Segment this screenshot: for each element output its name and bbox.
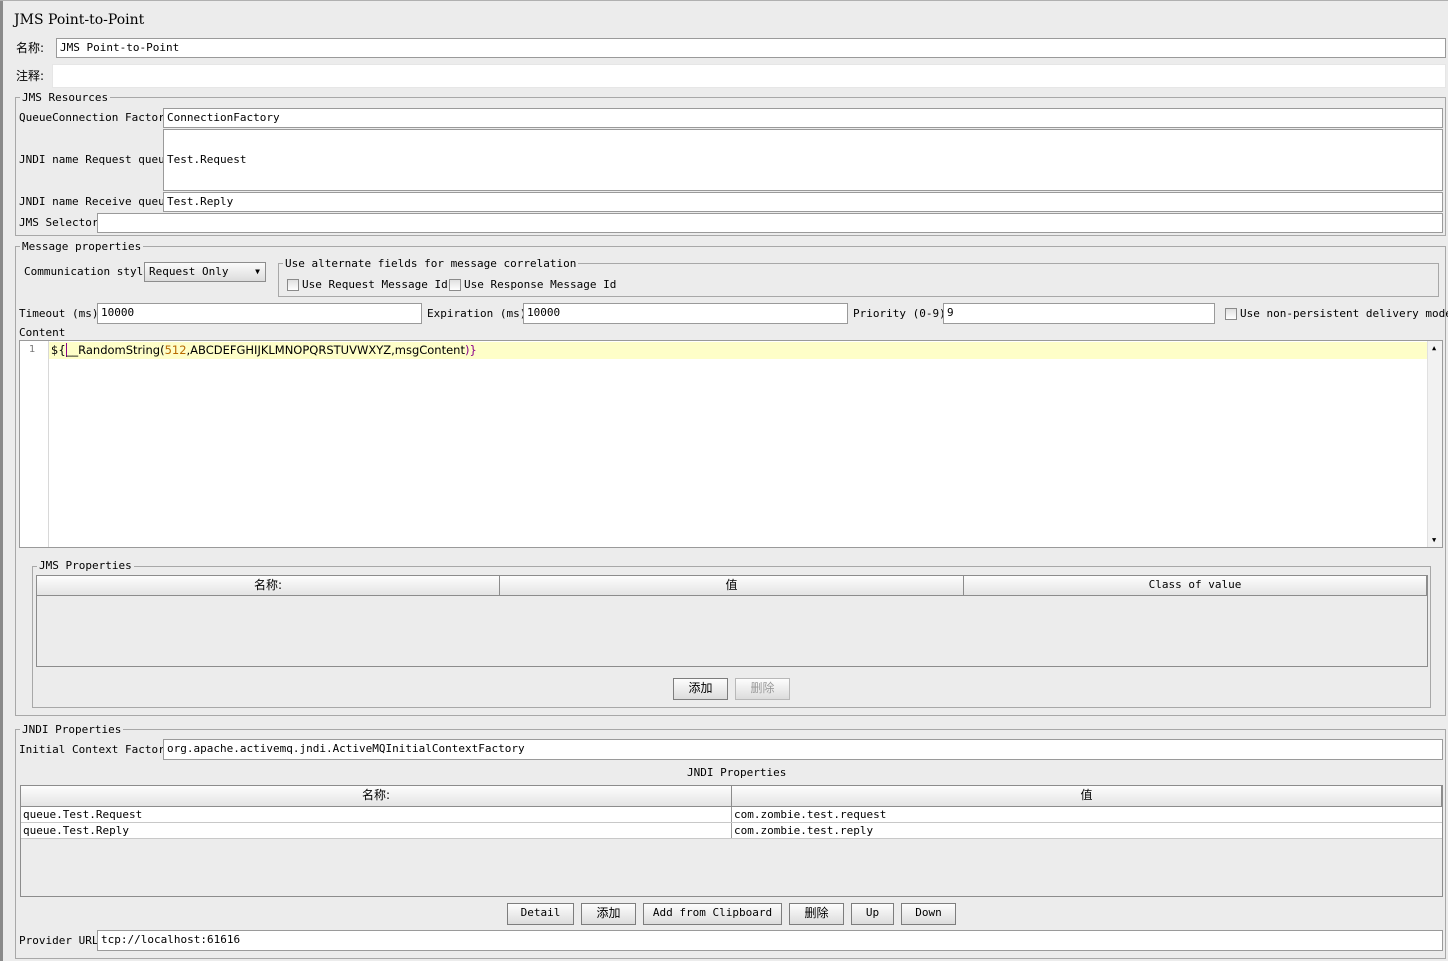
receive-queue-field[interactable]: Test.Reply: [163, 192, 1443, 212]
content-editor[interactable]: 1 ${__RandomString(512,ABCDEFGHIJKLMNOPQ…: [19, 340, 1443, 548]
jms-properties-header: 名称: 值 Class of value: [37, 576, 1427, 596]
jms-resources-title: JMS Resources: [20, 91, 111, 104]
content-label: Content: [19, 326, 66, 339]
window-top-border: [0, 0, 1448, 1]
line-number: 1: [29, 344, 36, 355]
column-header-value[interactable]: 值: [500, 576, 964, 595]
scroll-down-icon[interactable]: ▼: [1432, 536, 1436, 544]
request-queue-label: JNDI name Request queue: [19, 153, 172, 166]
priority-field[interactable]: 9: [943, 303, 1215, 324]
communication-style-select[interactable]: Request Only ▼: [144, 262, 266, 282]
add-from-clipboard-button[interactable]: Add from Clipboard: [643, 903, 782, 925]
jms-properties-table[interactable]: 名称: 值 Class of value: [36, 575, 1428, 667]
expiration-label: Expiration (ms): [427, 307, 527, 320]
priority-label: Priority (0-9): [853, 307, 946, 320]
code-token-function: __RandomString(: [66, 343, 165, 357]
provider-url-field[interactable]: tcp://localhost:61616: [97, 930, 1443, 951]
jndi-column-header-name[interactable]: 名称:: [21, 786, 732, 806]
timeout-label: Timeout (ms): [19, 307, 99, 320]
detail-button[interactable]: Detail: [507, 903, 574, 925]
comment-field[interactable]: [52, 64, 1446, 88]
use-request-id-checkbox[interactable]: [287, 279, 299, 291]
column-header-name[interactable]: 名称:: [37, 576, 500, 595]
code-token-close: )}: [464, 343, 477, 357]
jms-add-button[interactable]: 添加: [673, 678, 728, 700]
table-row[interactable]: queue.Test.Request com.zombie.test.reque…: [21, 807, 1442, 823]
use-request-id-label: Use Request Message Id: [302, 278, 448, 291]
jndi-properties-table[interactable]: 名称: 值 queue.Test.Request com.zombie.test…: [20, 785, 1443, 897]
jms-properties-title: JMS Properties: [37, 559, 134, 572]
receive-queue-label: JNDI name Receive queue: [19, 195, 172, 208]
window-left-border: [0, 0, 3, 961]
jndi-properties-title: JNDI Properties: [20, 723, 124, 736]
jndi-column-header-value[interactable]: 值: [732, 786, 1442, 806]
table-row[interactable]: queue.Test.Reply com.zombie.test.reply: [21, 823, 1442, 839]
jndi-delete-button[interactable]: 删除: [789, 903, 844, 925]
communication-style-value: Request Only: [149, 265, 229, 278]
message-properties-title: Message properties: [20, 240, 144, 253]
qcf-label: QueueConnection Factory: [19, 111, 172, 124]
use-response-id-checkbox[interactable]: [449, 279, 461, 291]
name-field[interactable]: JMS Point-to-Point: [56, 38, 1446, 58]
non-persistent-label: Use non-persistent delivery mode?: [1240, 307, 1448, 320]
alt-fields-title: Use alternate fields for message correla…: [283, 257, 579, 270]
jndi-table-title: JNDI Properties: [687, 766, 787, 779]
qcf-field[interactable]: ConnectionFactory: [163, 108, 1443, 128]
communication-style-label: Communication style: [24, 265, 150, 278]
row-name-cell[interactable]: queue.Test.Request: [21, 807, 732, 822]
icf-label: Initial Context Factory: [19, 743, 172, 756]
row-value-cell[interactable]: com.zombie.test.request: [732, 807, 1442, 822]
timeout-field[interactable]: 10000: [97, 303, 422, 324]
comment-label: 注释:: [16, 69, 45, 83]
code-line: ${__RandomString(512,ABCDEFGHIJKLMNOPQRS…: [51, 342, 477, 358]
code-token-open: ${: [51, 343, 67, 357]
jndi-add-button[interactable]: 添加: [581, 903, 636, 925]
code-token-number: 512: [164, 343, 187, 357]
icf-field[interactable]: org.apache.activemq.jndi.ActiveMQInitial…: [163, 739, 1443, 760]
row-name-cell[interactable]: queue.Test.Reply: [21, 823, 732, 838]
line-gutter: 1: [20, 341, 49, 547]
expiration-field[interactable]: 10000: [523, 303, 848, 324]
provider-url-label: Provider URL: [19, 934, 99, 947]
non-persistent-checkbox[interactable]: [1225, 308, 1237, 320]
jndi-properties-header: 名称: 值: [21, 786, 1442, 807]
row-value-cell[interactable]: com.zombie.test.reply: [732, 823, 1442, 838]
name-label: 名称:: [16, 41, 45, 55]
down-button[interactable]: Down: [901, 903, 956, 925]
jms-selector-label: JMS Selector: [19, 216, 99, 229]
column-header-class[interactable]: Class of value: [964, 576, 1427, 595]
scroll-up-icon[interactable]: ▲: [1432, 344, 1436, 352]
panel-title: JMS Point-to-Point: [14, 12, 145, 28]
chevron-down-icon: ▼: [255, 267, 260, 276]
code-token-args: ,ABCDEFGHIJKLMNOPQRSTUVWXYZ,msgContent: [186, 343, 465, 357]
jms-selector-field[interactable]: [97, 213, 1443, 233]
request-queue-field[interactable]: Test.Request: [163, 129, 1443, 191]
editor-scrollbar[interactable]: ▲ ▼: [1427, 341, 1442, 547]
jms-delete-button[interactable]: 删除: [735, 678, 790, 700]
use-response-id-label: Use Response Message Id: [464, 278, 617, 291]
up-button[interactable]: Up: [851, 903, 894, 925]
